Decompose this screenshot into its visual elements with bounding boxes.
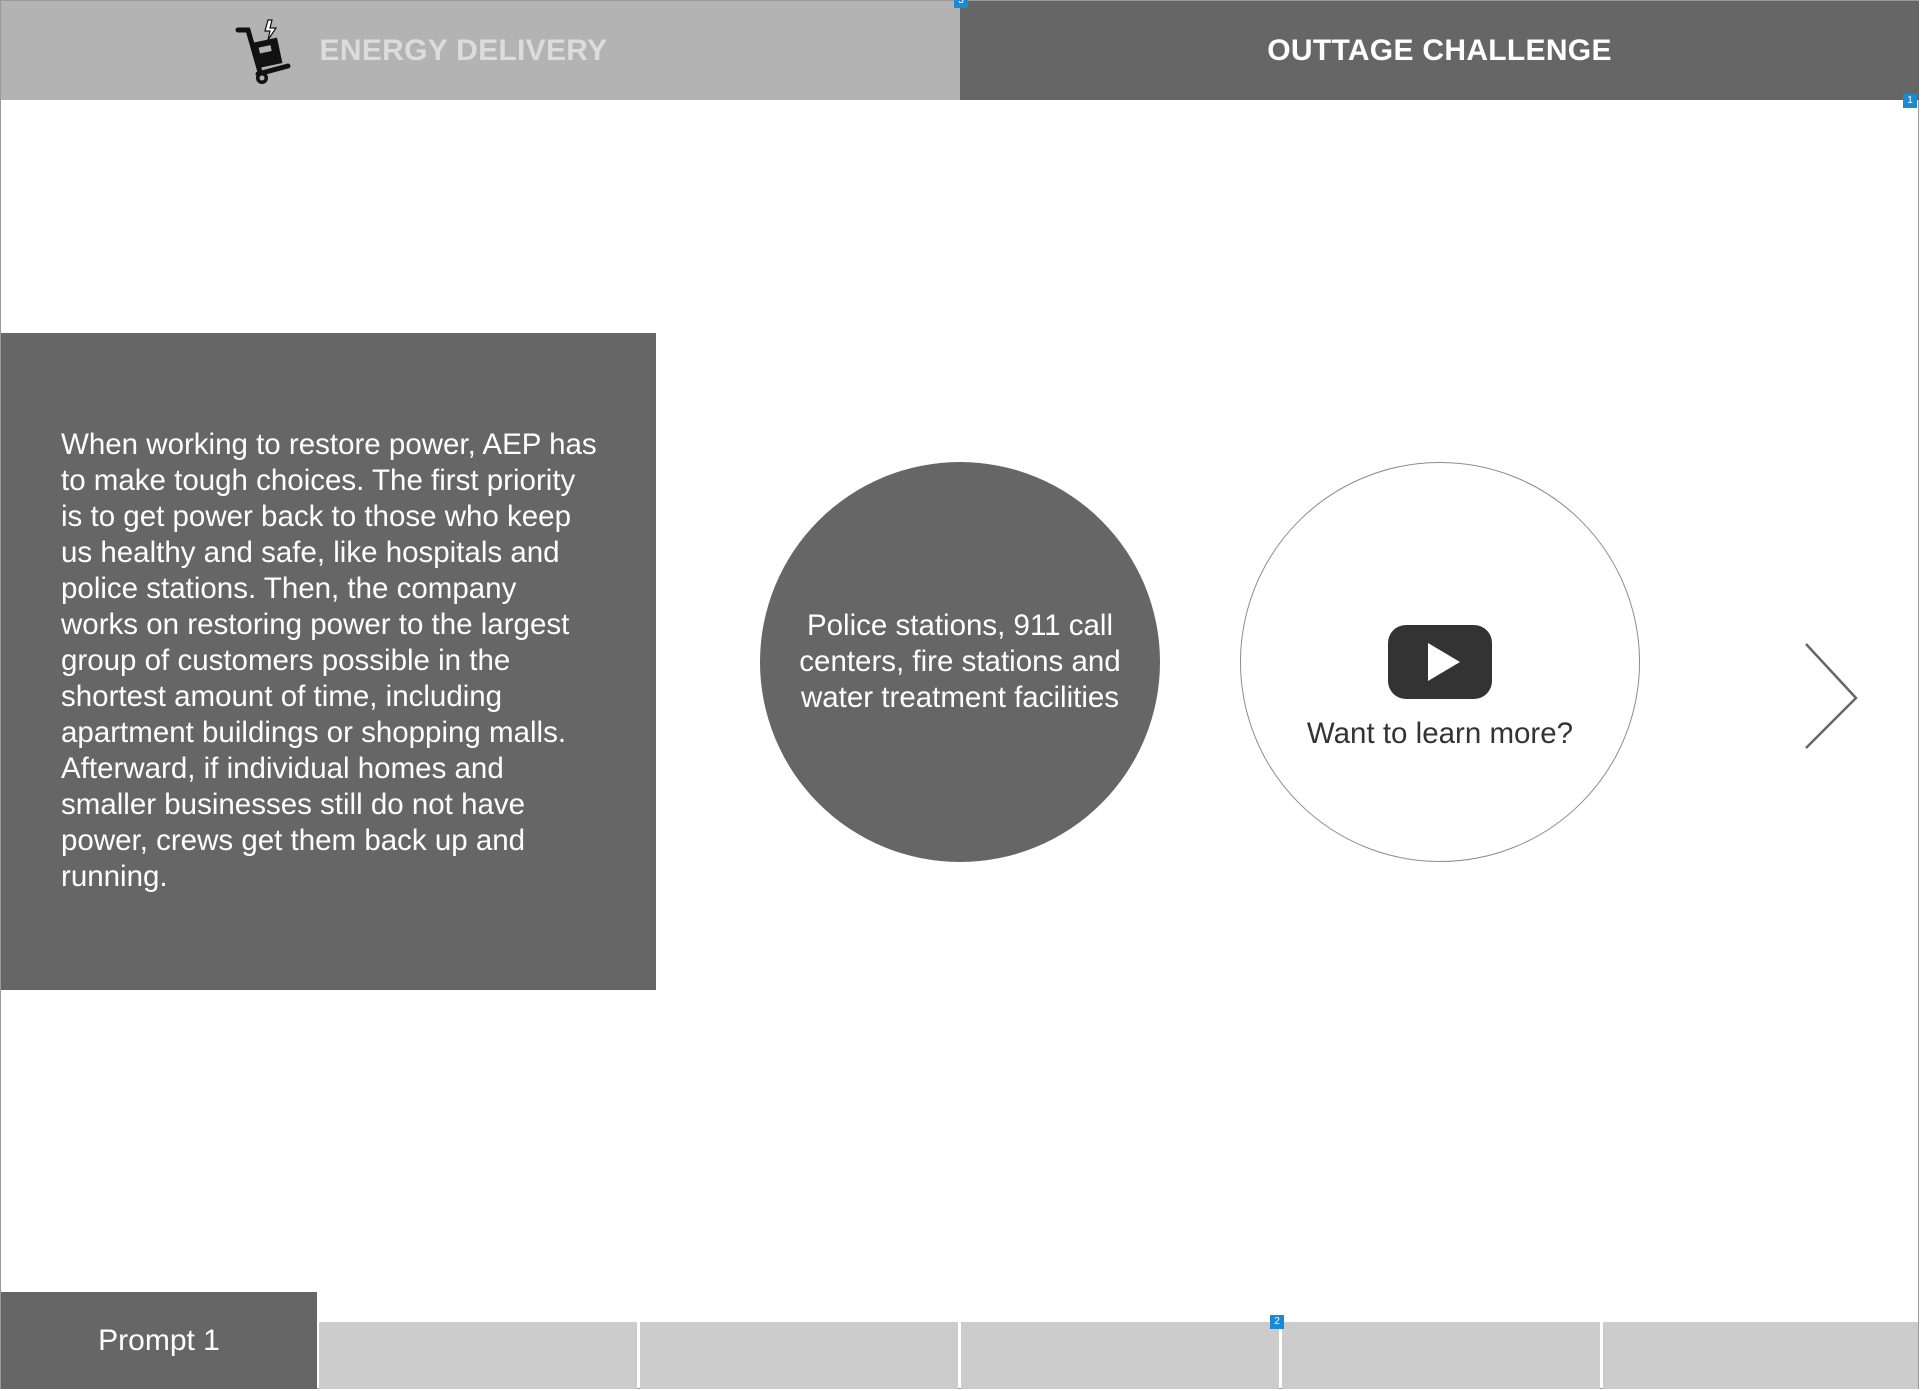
progress-segment[interactable] xyxy=(640,1322,958,1389)
progress-segment[interactable] xyxy=(319,1322,637,1389)
marker-badge: 3 xyxy=(954,0,968,8)
marker-badge: 1 xyxy=(1903,94,1917,108)
tab-outtage-challenge-label: OUTTAGE CHALLENGE xyxy=(1267,33,1612,67)
hand-truck-icon xyxy=(235,18,291,84)
progress-segment[interactable] xyxy=(1282,1322,1600,1389)
priority-circle-text: Police stations, 911 call centers, fire … xyxy=(799,609,1121,714)
info-panel: When working to restore power, AEP has t… xyxy=(1,333,656,990)
progress-segment[interactable] xyxy=(1603,1322,1918,1389)
tab-energy-delivery[interactable]: ENERGY DELIVERY xyxy=(1,1,960,100)
tab-energy-delivery-label: ENERGY DELIVERY xyxy=(319,33,608,67)
tab-outtage-challenge[interactable]: OUTTAGE CHALLENGE xyxy=(960,1,1919,100)
prompt-tab[interactable]: Prompt 1 xyxy=(1,1292,317,1389)
prompt-label: Prompt 1 xyxy=(98,1323,220,1357)
priority-circle: Police stations, 911 call centers, fire … xyxy=(760,462,1160,862)
video-circle-button[interactable]: Want to learn more? xyxy=(1240,462,1640,862)
chevron-right-icon[interactable] xyxy=(1800,640,1860,750)
learn-more-label: Want to learn more? xyxy=(1306,717,1574,750)
marker-badge: 2 xyxy=(1270,1315,1284,1329)
info-panel-text: When working to restore power, AEP has t… xyxy=(61,428,597,893)
play-icon xyxy=(1388,625,1492,699)
progress-segment[interactable] xyxy=(961,1322,1279,1389)
